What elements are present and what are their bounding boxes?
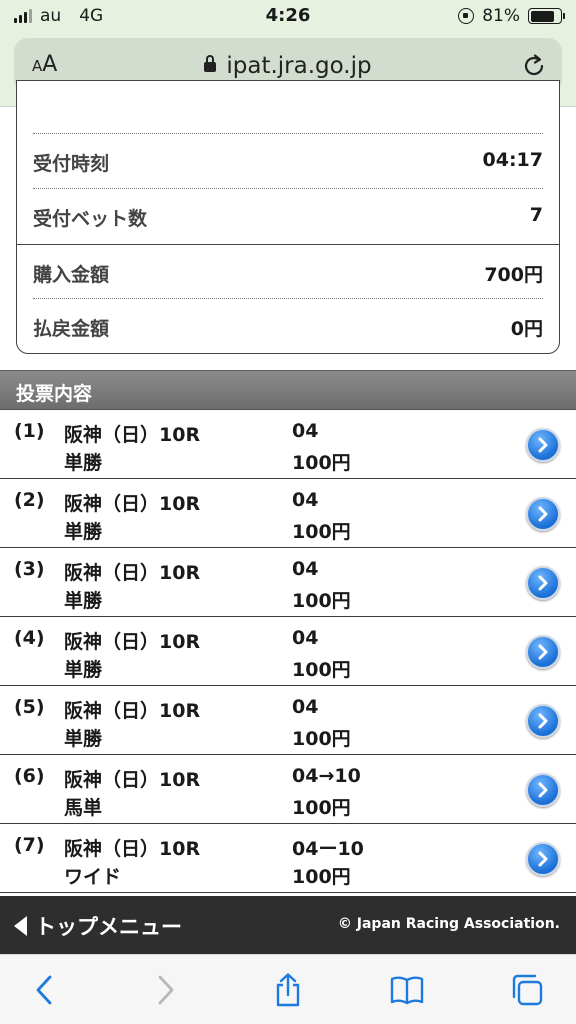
bet-race: 阪神（日）10R	[64, 631, 201, 653]
bet-type: 単勝	[64, 590, 103, 612]
summary-value: 0円	[510, 318, 543, 340]
bet-amount: 100円	[292, 590, 351, 612]
receipt-summary-card: 受付時刻 04:17 受付ベット数 7 購入金額 700円 払戻金額 0円	[16, 80, 560, 354]
lock-icon	[204, 55, 217, 72]
bet-number: (1)	[14, 420, 45, 442]
page-footer: トップメニュー © Japan Racing Association.	[0, 896, 576, 954]
bet-selection: 04→10	[292, 765, 361, 787]
detail-arrow-button[interactable]	[526, 842, 560, 876]
detail-arrow-button[interactable]	[526, 428, 560, 462]
reload-icon[interactable]	[520, 52, 548, 80]
detail-arrow-button[interactable]	[526, 704, 560, 738]
bet-row[interactable]: (4) 阪神（日）10R 単勝 04 100円	[0, 617, 576, 686]
battery-icon	[528, 8, 565, 24]
bet-row[interactable]: (1) 阪神（日）10R 単勝 04 100円	[0, 410, 576, 479]
bet-amount: 100円	[292, 659, 351, 681]
summary-row-purchase-amount: 購入金額 700円	[33, 244, 543, 298]
bet-type: 単勝	[64, 659, 103, 681]
summary-row-payout-amount: 払戻金額 0円	[33, 298, 543, 352]
bet-number: (3)	[14, 558, 45, 580]
url-text: ipat.jra.go.jp	[226, 53, 372, 79]
triangle-left-icon	[14, 916, 27, 936]
bet-number: (2)	[14, 489, 45, 511]
bet-amount: 100円	[292, 728, 351, 750]
bookmarks-button[interactable]	[390, 973, 424, 1007]
bet-row[interactable]: (2) 阪神（日）10R 単勝 04 100円	[0, 479, 576, 548]
bet-amount: 100円	[292, 521, 351, 543]
bet-number: (5)	[14, 696, 45, 718]
back-button[interactable]	[28, 973, 62, 1007]
chevron-right-icon	[538, 644, 548, 660]
orientation-lock-icon	[458, 8, 475, 24]
bet-type: 単勝	[64, 452, 103, 474]
battery-percentage: 81%	[482, 6, 520, 26]
bet-amount: 100円	[292, 452, 351, 474]
summary-label: 受付時刻	[33, 153, 110, 175]
bet-race: 阪神（日）10R	[64, 493, 201, 515]
bet-type: 馬単	[64, 797, 103, 819]
url-display[interactable]: ipat.jra.go.jp	[14, 53, 562, 79]
chevron-right-icon	[538, 782, 548, 798]
section-header-bet-contents: 投票内容	[0, 370, 576, 410]
top-menu-button[interactable]: トップメニュー	[14, 911, 182, 941]
bet-selection: 04	[292, 627, 319, 649]
bet-race: 阪神（日）10R	[64, 424, 201, 446]
copyright-text: © Japan Racing Association.	[337, 916, 560, 932]
bet-selection: 04	[292, 420, 319, 442]
bet-type: 単勝	[64, 521, 103, 543]
bet-selection: 04	[292, 489, 319, 511]
share-button[interactable]	[271, 973, 305, 1007]
bet-row[interactable]: (7) 阪神（日）10R ワイド 04ー10 100円	[0, 824, 576, 893]
chevron-right-icon	[538, 437, 548, 453]
bet-type: ワイド	[64, 866, 122, 888]
bet-row[interactable]: (3) 阪神（日）10R 単勝 04 100円	[0, 548, 576, 617]
bet-number: (6)	[14, 765, 45, 787]
summary-row-time: 受付時刻 04:17	[33, 133, 543, 187]
bet-amount: 100円	[292, 797, 351, 819]
status-right: 81%	[458, 6, 565, 26]
detail-arrow-button[interactable]	[526, 497, 560, 531]
detail-arrow-button[interactable]	[526, 773, 560, 807]
tabs-button[interactable]	[510, 973, 544, 1007]
bet-row[interactable]: (5) 阪神（日）10R 単勝 04 100円	[0, 686, 576, 755]
detail-arrow-button[interactable]	[526, 566, 560, 600]
summary-value: 700円	[484, 264, 543, 286]
summary-row-bet-count: 受付ベット数 7	[33, 188, 543, 242]
summary-value: 04:17	[482, 149, 543, 171]
detail-arrow-button[interactable]	[526, 635, 560, 669]
bet-race: 阪神（日）10R	[64, 562, 201, 584]
chevron-right-icon	[538, 851, 548, 867]
status-bar: au 4G 4:26 81%	[0, 0, 576, 32]
bet-race: 阪神（日）10R	[64, 700, 201, 722]
bet-selection: 04	[292, 558, 319, 580]
bet-race: 阪神（日）10R	[64, 838, 201, 860]
summary-label: 払戻金額	[33, 318, 110, 340]
bet-selection: 04ー10	[292, 838, 364, 860]
summary-value: 7	[529, 204, 543, 226]
chevron-right-icon	[538, 575, 548, 591]
bet-number: (4)	[14, 627, 45, 649]
bet-selection: 04	[292, 696, 319, 718]
summary-label: 受付ベット数	[33, 208, 148, 230]
forward-button[interactable]	[148, 973, 182, 1007]
bet-number: (7)	[14, 834, 45, 856]
bet-amount: 100円	[292, 866, 351, 888]
bet-race: 阪神（日）10R	[64, 769, 201, 791]
top-menu-label: トップメニュー	[35, 915, 182, 939]
bet-list: (1) 阪神（日）10R 単勝 04 100円 (2) 阪神（日）10R 単勝 …	[0, 410, 576, 893]
summary-label: 購入金額	[33, 264, 110, 286]
bet-row[interactable]: (6) 阪神（日）10R 馬単 04→10 100円	[0, 755, 576, 824]
chevron-right-icon	[538, 713, 548, 729]
bet-type: 単勝	[64, 728, 103, 750]
browser-toolbar	[0, 954, 576, 1024]
chevron-right-icon	[538, 506, 548, 522]
battery-fill	[530, 10, 554, 22]
